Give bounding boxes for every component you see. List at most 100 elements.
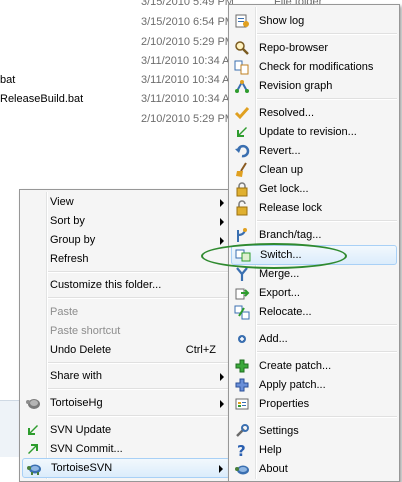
menu-item-label: View <box>50 196 74 208</box>
menu-item-check-modifications[interactable]: Check for modifications <box>231 57 397 77</box>
menu-item-shortcut: Ctrl+Z <box>185 344 216 356</box>
menu-item-label: Customize this folder... <box>50 279 162 291</box>
file-date: 2/10/2010 5:29 PM <box>141 113 234 125</box>
submenu-arrow-icon <box>220 400 224 408</box>
menu-item-paste[interactable]: Paste <box>22 302 230 322</box>
menu-item-revision-graph[interactable]: Revision graph <box>231 76 397 96</box>
menu-item-repo-browser[interactable]: Repo-browser <box>231 38 397 58</box>
menu-item-show-log[interactable]: Show log <box>231 11 397 31</box>
submenu-arrow-icon <box>219 465 223 473</box>
menu-item-view[interactable]: View <box>22 192 230 212</box>
show-log-icon <box>235 14 249 28</box>
menu-item-label: Release lock <box>259 202 322 214</box>
menu-separator <box>257 324 397 326</box>
relocate-icon <box>234 305 250 320</box>
svn-commit-icon <box>28 444 38 454</box>
menu-item-resolved[interactable]: Resolved... <box>231 103 397 123</box>
merge-icon <box>236 267 248 281</box>
menu-item-create-patch[interactable]: Create patch... <box>231 356 397 376</box>
menu-item-group-by[interactable]: Group by <box>22 230 230 250</box>
menu-item-share-with[interactable]: Share with <box>22 366 230 386</box>
menu-item-label: Repo-browser <box>259 42 329 54</box>
apply-patch-icon <box>235 378 249 392</box>
menu-separator <box>257 98 397 100</box>
menu-separator <box>48 415 230 417</box>
menu-item-relocate[interactable]: Relocate... <box>231 302 397 322</box>
menu-item-label: Clean up <box>259 164 304 176</box>
menu-item-label: Update to revision... <box>259 126 357 138</box>
check-modifications-icon <box>234 60 249 75</box>
file-date: 3/15/2010 5:49 PM <box>141 0 234 8</box>
create-patch-icon <box>235 359 249 373</box>
menu-item-label: Share with <box>50 370 102 382</box>
export-icon <box>235 288 250 300</box>
menu-item-get-lock[interactable]: Get lock... <box>231 179 397 199</box>
menu-item-svn-commit[interactable]: SVN Commit... <box>22 439 230 459</box>
menu-separator <box>48 271 230 273</box>
menu-item-help[interactable]: ? Help <box>231 440 397 460</box>
menu-item-tortoisehg[interactable]: TortoiseHg <box>22 393 230 413</box>
menu-item-label: Help <box>259 444 282 456</box>
menu-item-customize-folder[interactable]: Customize this folder... <box>22 275 230 295</box>
menu-item-release-lock[interactable]: Release lock <box>231 198 397 218</box>
menu-item-label: Add... <box>259 333 288 345</box>
menu-item-label: Resolved... <box>259 107 315 119</box>
menu-item-svn-update[interactable]: SVN Update <box>22 420 230 440</box>
menu-item-label: Properties <box>259 398 310 410</box>
revision-graph-icon <box>235 79 249 93</box>
menu-separator <box>257 416 397 418</box>
menu-separator <box>257 351 397 353</box>
menu-item-clean-up[interactable]: Clean up <box>231 160 397 180</box>
menu-item-branch-tag[interactable]: Branch/tag... <box>231 225 397 245</box>
menu-item-update-to-revision[interactable]: Update to revision... <box>231 122 397 142</box>
menu-item-label: About <box>259 463 288 475</box>
menu-item-label: Show log <box>259 15 305 27</box>
menu-item-apply-patch[interactable]: Apply patch... <box>231 375 397 395</box>
menu-item-label: Apply patch... <box>259 379 326 391</box>
menu-separator <box>48 362 230 364</box>
submenu-arrow-icon <box>220 218 224 226</box>
properties-icon <box>235 398 249 410</box>
update-to-revision-icon <box>237 127 247 137</box>
submenu-arrow-icon <box>220 199 224 207</box>
help-icon: ? <box>237 442 246 458</box>
about-icon <box>235 465 249 475</box>
file-date: 3/11/2010 10:34 AM <box>141 74 239 86</box>
menu-item-add[interactable]: Add... <box>231 329 397 349</box>
menu-separator <box>257 220 397 222</box>
file-date: 2/10/2010 5:29 PM <box>141 36 234 48</box>
menu-item-label: Create patch... <box>259 360 332 372</box>
menu-item-label: Branch/tag... <box>259 229 322 241</box>
menu-item-label: Check for modifications <box>259 61 374 73</box>
unlock-icon <box>236 200 248 216</box>
menu-item-label: Settings <box>259 425 299 437</box>
menu-item-sort-by[interactable]: Sort by <box>22 211 230 231</box>
file-name: ReleaseBuild.bat <box>0 93 84 105</box>
menu-item-settings[interactable]: Settings <box>231 421 397 441</box>
menu-item-refresh[interactable]: Refresh <box>22 249 230 269</box>
menu-item-undo-delete[interactable]: Undo Delete Ctrl+Z <box>22 340 230 360</box>
menu-item-label: Get lock... <box>259 183 309 195</box>
menu-item-paste-shortcut[interactable]: Paste shortcut <box>22 321 230 341</box>
svg-text:?: ? <box>237 442 246 458</box>
menu-separator <box>48 297 230 299</box>
svn-update-icon <box>28 425 38 435</box>
menu-item-label: SVN Commit... <box>50 443 123 455</box>
menu-item-revert[interactable]: Revert... <box>231 141 397 161</box>
menu-item-tortoisesvn[interactable]: TortoiseSVN <box>22 458 230 478</box>
menu-item-label: Revision graph <box>259 80 333 92</box>
menu-item-label: Paste <box>50 306 79 318</box>
menu-item-label: TortoiseSVN <box>51 462 113 474</box>
menu-item-label: Sort by <box>50 215 85 227</box>
repo-browser-icon <box>235 41 249 55</box>
menu-item-export[interactable]: Export... <box>231 283 397 303</box>
menu-item-label: Paste shortcut <box>50 325 121 337</box>
menu-item-properties[interactable]: Properties <box>231 394 397 414</box>
branch-tag-icon <box>237 228 247 242</box>
menu-separator <box>48 388 230 390</box>
menu-item-label: Export... <box>259 287 300 299</box>
menu-item-about[interactable]: About <box>231 459 397 479</box>
add-icon <box>238 335 246 343</box>
submenu-arrow-icon <box>220 237 224 245</box>
lock-icon <box>236 182 248 197</box>
